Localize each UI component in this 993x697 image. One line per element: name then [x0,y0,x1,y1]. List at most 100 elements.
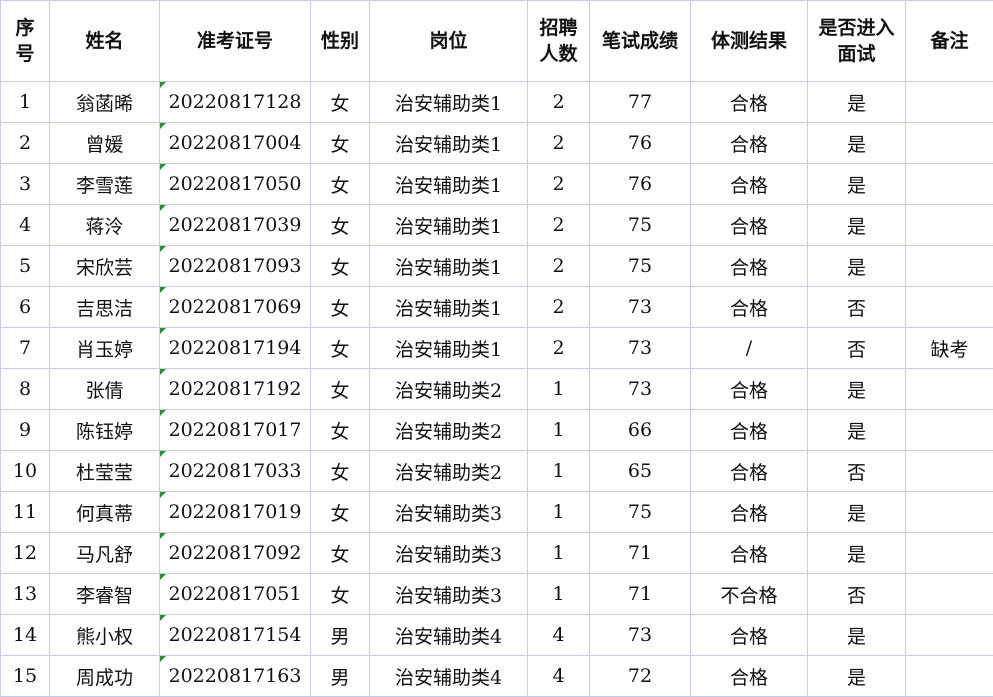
cell-quota: 2 [528,246,590,287]
cell-name: 熊小权 [50,615,160,656]
cell-gender: 男 [311,615,370,656]
cell-position: 治安辅助类3 [370,533,528,574]
cell-name: 蒋泠 [50,205,160,246]
cell-seq: 6 [1,287,50,328]
cell-remark [906,246,993,287]
cell-physical: 合格 [691,656,808,697]
cell-seq: 13 [1,574,50,615]
cell-interview: 否 [808,451,906,492]
cell-ticket: 20220817128 [160,82,311,123]
cell-written: 72 [590,656,691,697]
cell-seq: 8 [1,369,50,410]
cell-interview: 是 [808,123,906,164]
cell-seq: 7 [1,328,50,369]
cell-position: 治安辅助类1 [370,287,528,328]
cell-written: 76 [590,164,691,205]
cell-position: 治安辅助类1 [370,123,528,164]
cell-name: 马凡舒 [50,533,160,574]
cell-written: 71 [590,574,691,615]
cell-quota: 2 [528,82,590,123]
header-interview: 是否进入面试 [808,1,906,82]
cell-physical: 合格 [691,410,808,451]
cell-name: 吉思洁 [50,287,160,328]
table-row: 10杜莹莹20220817033女治安辅助类2165合格否 [1,451,993,492]
cell-seq: 1 [1,82,50,123]
cell-physical: 合格 [691,451,808,492]
cell-name: 杜莹莹 [50,451,160,492]
cell-written: 75 [590,492,691,533]
cell-remark [906,410,993,451]
cell-gender: 男 [311,656,370,697]
cell-name: 陈钰婷 [50,410,160,451]
results-table: 序号 姓名 准考证号 性别 岗位 招聘人数 笔试成绩 体测结果 是否进入面试 备… [0,0,993,697]
cell-gender: 女 [311,574,370,615]
cell-position: 治安辅助类1 [370,328,528,369]
cell-interview: 是 [808,492,906,533]
cell-gender: 女 [311,492,370,533]
cell-interview: 是 [808,164,906,205]
cell-gender: 女 [311,451,370,492]
cell-name: 张倩 [50,369,160,410]
cell-physical: 合格 [691,246,808,287]
header-position: 岗位 [370,1,528,82]
table-row: 2曾媛20220817004女治安辅助类1276合格是 [1,123,993,164]
header-ticket: 准考证号 [160,1,311,82]
header-seq: 序号 [1,1,50,82]
cell-seq: 12 [1,533,50,574]
cell-gender: 女 [311,328,370,369]
cell-remark [906,205,993,246]
table-row: 3李雪莲20220817050女治安辅助类1276合格是 [1,164,993,205]
cell-position: 治安辅助类4 [370,615,528,656]
cell-seq: 4 [1,205,50,246]
cell-ticket: 20220817051 [160,574,311,615]
cell-gender: 女 [311,410,370,451]
header-remark: 备注 [906,1,993,82]
cell-position: 治安辅助类3 [370,574,528,615]
cell-physical: 合格 [691,369,808,410]
header-physical: 体测结果 [691,1,808,82]
cell-ticket: 20220817069 [160,287,311,328]
cell-gender: 女 [311,287,370,328]
cell-gender: 女 [311,164,370,205]
cell-physical: 合格 [691,492,808,533]
cell-remark [906,574,993,615]
cell-position: 治安辅助类1 [370,82,528,123]
header-row: 序号 姓名 准考证号 性别 岗位 招聘人数 笔试成绩 体测结果 是否进入面试 备… [1,1,993,82]
cell-ticket: 20220817093 [160,246,311,287]
cell-physical: 合格 [691,615,808,656]
cell-seq: 3 [1,164,50,205]
cell-position: 治安辅助类2 [370,410,528,451]
cell-gender: 女 [311,369,370,410]
table-row: 15周成功20220817163男治安辅助类4472合格是 [1,656,993,697]
cell-quota: 2 [528,205,590,246]
table-header: 序号 姓名 准考证号 性别 岗位 招聘人数 笔试成绩 体测结果 是否进入面试 备… [1,1,993,82]
cell-position: 治安辅助类1 [370,246,528,287]
cell-position: 治安辅助类4 [370,656,528,697]
cell-interview: 是 [808,533,906,574]
cell-seq: 14 [1,615,50,656]
cell-quota: 1 [528,369,590,410]
cell-quota: 1 [528,533,590,574]
cell-seq: 10 [1,451,50,492]
table-row: 13李睿智20220817051女治安辅助类3171不合格否 [1,574,993,615]
table-body: 1翁菡晞20220817128女治安辅助类1277合格是2曾媛202208170… [1,82,993,697]
cell-name: 李睿智 [50,574,160,615]
cell-ticket: 20220817192 [160,369,311,410]
cell-seq: 2 [1,123,50,164]
cell-physical: 合格 [691,533,808,574]
cell-written: 77 [590,82,691,123]
cell-name: 周成功 [50,656,160,697]
header-gender: 性别 [311,1,370,82]
cell-written: 76 [590,123,691,164]
cell-physical: 合格 [691,164,808,205]
cell-interview: 是 [808,205,906,246]
cell-position: 治安辅助类1 [370,205,528,246]
cell-quota: 1 [528,410,590,451]
cell-name: 李雪莲 [50,164,160,205]
cell-written: 65 [590,451,691,492]
cell-interview: 否 [808,287,906,328]
cell-quota: 4 [528,656,590,697]
cell-name: 何真蒂 [50,492,160,533]
cell-interview: 是 [808,656,906,697]
cell-remark: 缺考 [906,328,993,369]
